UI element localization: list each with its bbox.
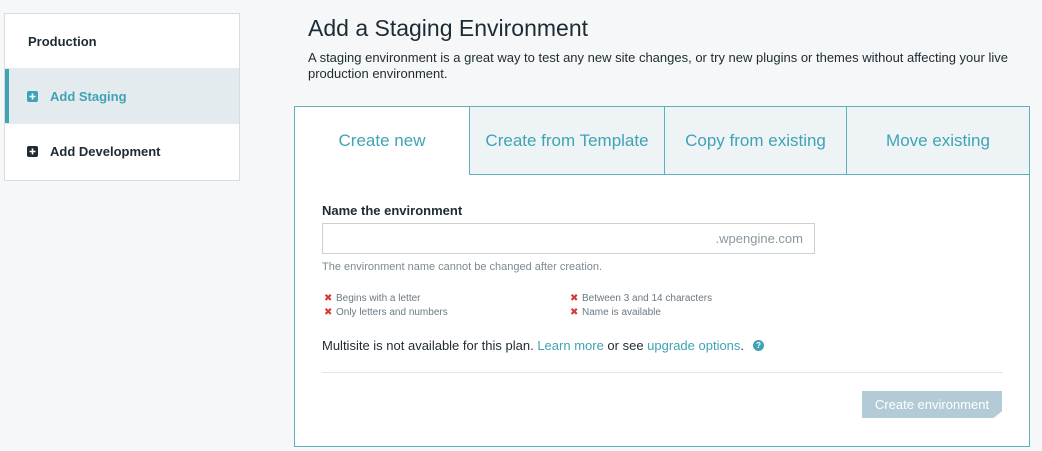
tab-copy-from-existing[interactable]: Copy from existing [664, 107, 846, 175]
validation-rule: ✖ Begins with a letter [324, 293, 421, 304]
plus-square-icon [27, 90, 38, 102]
create-environment-card: Create new Create from Template Copy fro… [294, 106, 1030, 447]
sidebar-item-production[interactable]: Production [5, 14, 239, 69]
page-description: A staging environment is a great way to … [308, 50, 1008, 81]
sidebar-item-add-development[interactable]: Add Development [5, 124, 239, 179]
name-hint: The environment name cannot be changed a… [322, 261, 603, 273]
validation-rule: ✖ Only letters and numbers [324, 307, 448, 318]
multisite-notice: Multisite is not available for this plan… [322, 338, 765, 353]
environment-sidebar: Production Add Staging Add Development [4, 13, 240, 181]
sidebar-item-label: Production [28, 33, 97, 49]
sidebar-item-add-staging[interactable]: Add Staging [5, 69, 239, 124]
x-icon: ✖ [324, 293, 333, 304]
validation-rule: ✖ Between 3 and 14 characters [570, 293, 713, 304]
environment-name-label: Name the environment [322, 203, 463, 218]
question-circle-icon[interactable]: ? [753, 340, 765, 351]
validation-rule: ✖ Name is available [570, 307, 661, 318]
sidebar-item-label: Add Development [50, 144, 161, 159]
x-icon: ✖ [570, 293, 579, 304]
tab-bar: Create new Create from Template Copy fro… [295, 107, 1029, 175]
plus-square-icon [27, 146, 38, 157]
page-title: Add a Staging Environment [308, 15, 589, 41]
environment-name-field: .wpengine.com [322, 223, 815, 254]
tab-move-existing[interactable]: Move existing [846, 107, 1029, 175]
learn-more-link[interactable]: Learn more [537, 338, 603, 353]
tab-create-new[interactable]: Create new [295, 107, 469, 175]
divider [322, 372, 1003, 373]
x-icon: ✖ [570, 307, 579, 318]
x-icon: ✖ [324, 307, 333, 318]
sidebar-item-label: Add Staging [50, 88, 127, 104]
tab-create-from-template[interactable]: Create from Template [469, 107, 664, 175]
domain-suffix: .wpengine.com [715, 231, 803, 246]
upgrade-options-link[interactable]: upgrade options [647, 338, 740, 353]
environment-name-input[interactable] [323, 224, 703, 253]
create-environment-button[interactable]: Create environment [862, 391, 1002, 418]
